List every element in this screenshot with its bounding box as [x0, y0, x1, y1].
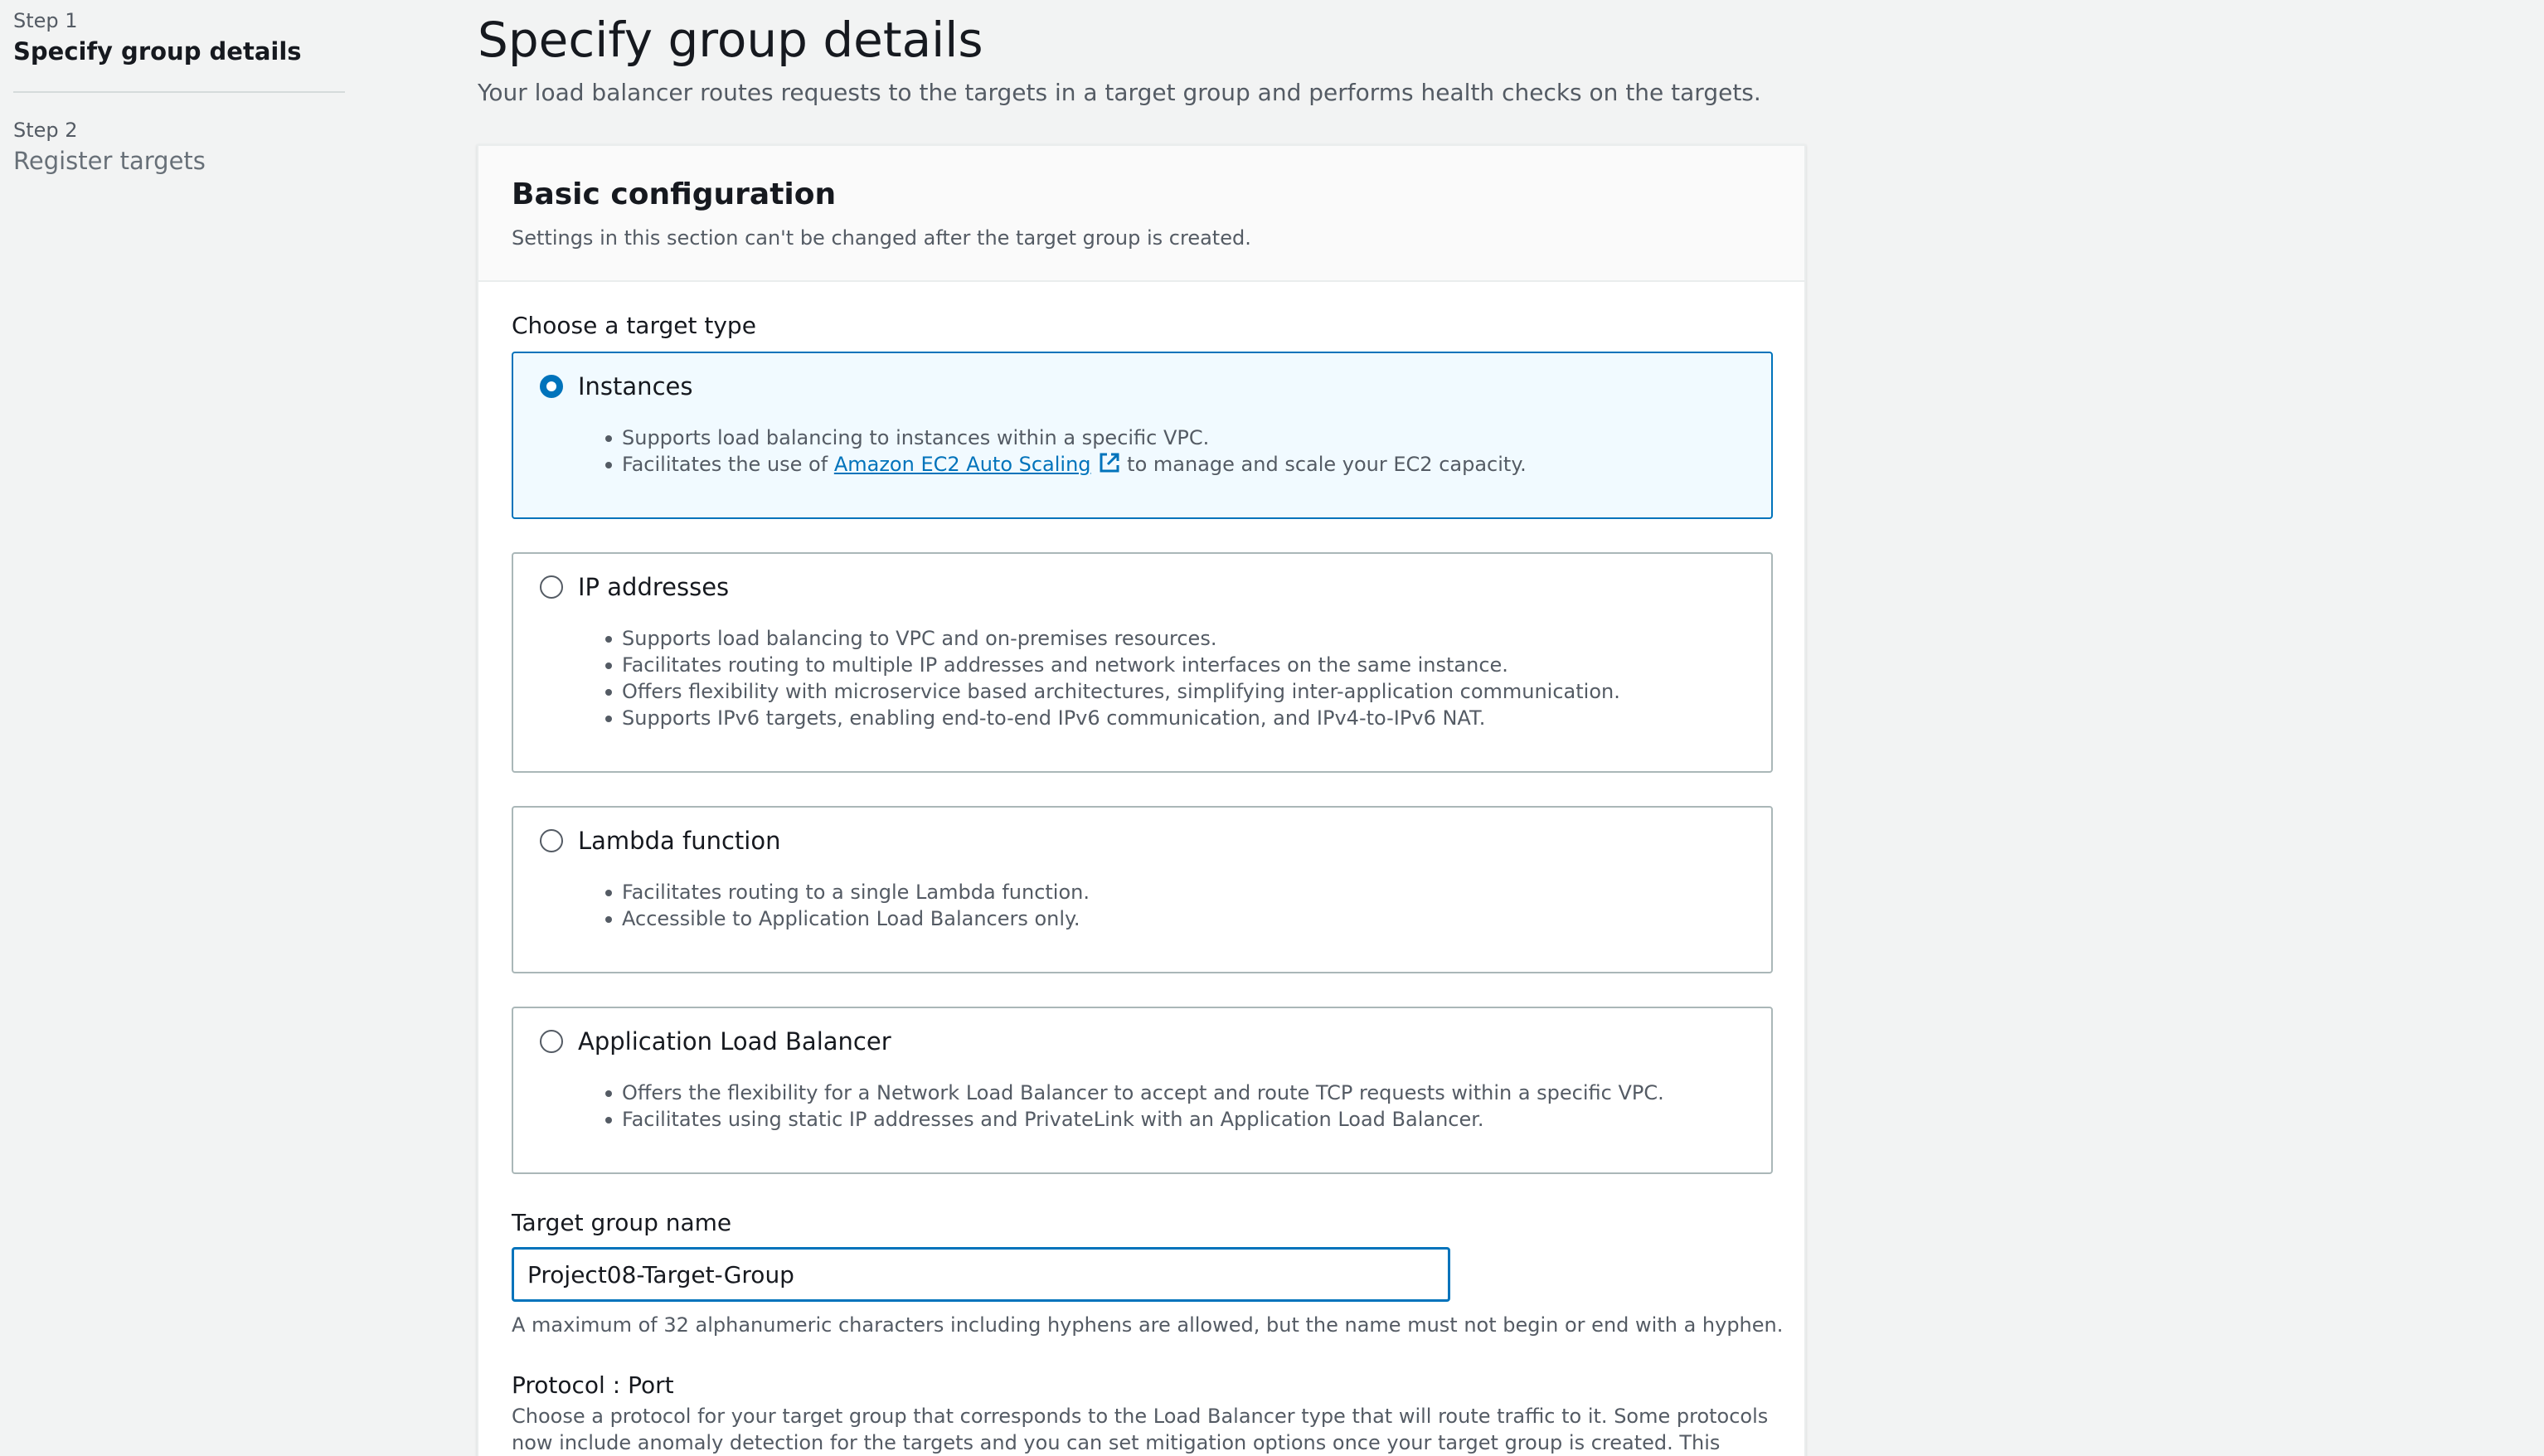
application-load-balancer-label: Application Load Balancer: [578, 1027, 891, 1056]
basic-configuration-panel: Basic configuration Settings in this sec…: [477, 144, 1806, 1456]
panel-title: Basic configuration: [512, 177, 837, 211]
step-2-number: Step 2: [13, 119, 78, 142]
ip-bullets: Supports load balancing to VPC and on-pr…: [605, 625, 1620, 731]
target-group-name-input[interactable]: [512, 1247, 1450, 1302]
step-divider: [13, 91, 345, 93]
ec2-auto-scaling-link[interactable]: Amazon EC2 Auto Scaling: [834, 453, 1091, 476]
step-1-number: Step 1: [13, 9, 78, 32]
ip-addresses-radio[interactable]: [540, 575, 563, 599]
lambda-bullets: Facilitates routing to a single Lambda f…: [605, 879, 1090, 932]
step-2-title: Register targets: [13, 147, 206, 175]
step-1-title: Specify group details: [13, 37, 302, 66]
list-item: Facilitates routing to multiple IP addre…: [605, 652, 1620, 678]
alb-radio-row[interactable]: Application Load Balancer: [540, 1025, 891, 1058]
target-type-instances-card[interactable]: Instances Supports load balancing to ins…: [512, 352, 1773, 519]
bullet-text: to manage and scale your EC2 capacity.: [1120, 453, 1527, 476]
list-item: Facilitates routing to a single Lambda f…: [605, 881, 1090, 904]
bullet-text: Facilitates the use of: [622, 453, 834, 476]
lambda-function-label: Lambda function: [578, 827, 781, 855]
list-item: Facilitates using static IP addresses an…: [605, 1106, 1664, 1133]
page-title: Specify group details: [478, 12, 983, 68]
list-item: Offers flexibility with microservice bas…: [605, 680, 1620, 703]
protocol-port-label: Protocol : Port: [512, 1371, 674, 1399]
lambda-radio-row[interactable]: Lambda function: [540, 824, 780, 857]
target-group-name-hint: A maximum of 32 alphanumeric characters …: [512, 1313, 1784, 1337]
step-2[interactable]: Step 2 Register targets: [13, 116, 345, 201]
alb-bullets: Offers the flexibility for a Network Loa…: [605, 1080, 1664, 1133]
step-1[interactable]: Step 1 Specify group details: [13, 7, 345, 91]
list-item: Supports IPv6 targets, enabling end-to-e…: [605, 705, 1620, 731]
page-description: Your load balancer routes requests to th…: [478, 79, 1761, 106]
wizard-page: Step 1 Specify group details Step 2 Regi…: [0, 0, 2544, 1456]
list-item: Supports load balancing to VPC and on-pr…: [605, 625, 1620, 652]
protocol-port-description: Choose a protocol for your target group …: [512, 1405, 1769, 1454]
ip-radio-row[interactable]: IP addresses: [540, 570, 729, 604]
list-item: Supports load balancing to instances wit…: [605, 425, 1527, 451]
list-item: Facilitates the use of Amazon EC2 Auto S…: [605, 451, 1527, 481]
external-link-icon[interactable]: [1098, 451, 1121, 481]
ip-addresses-label: IP addresses: [578, 573, 730, 601]
panel-subtitle: Settings in this section can't be change…: [512, 226, 1251, 250]
list-item: Accessible to Application Load Balancers…: [605, 905, 1090, 932]
target-group-name-label: Target group name: [512, 1209, 732, 1236]
wizard-steps-nav: Step 1 Specify group details Step 2 Regi…: [13, 7, 345, 201]
instances-bullets: Supports load balancing to instances wit…: [605, 425, 1527, 481]
target-type-ip-card[interactable]: IP addresses Supports load balancing to …: [512, 552, 1773, 773]
list-item: Offers the flexibility for a Network Loa…: [605, 1081, 1664, 1104]
instances-label: Instances: [578, 372, 693, 400]
target-type-alb-card[interactable]: Application Load Balancer Offers the fle…: [512, 1007, 1773, 1174]
instances-radio[interactable]: [540, 375, 563, 398]
application-load-balancer-radio[interactable]: [540, 1030, 563, 1053]
panel-header: Basic configuration Settings in this sec…: [478, 146, 1804, 282]
instances-radio-row[interactable]: Instances: [540, 370, 692, 403]
target-type-lambda-card[interactable]: Lambda function Facilitates routing to a…: [512, 806, 1773, 973]
lambda-function-radio[interactable]: [540, 829, 563, 852]
target-type-label: Choose a target type: [512, 312, 756, 339]
